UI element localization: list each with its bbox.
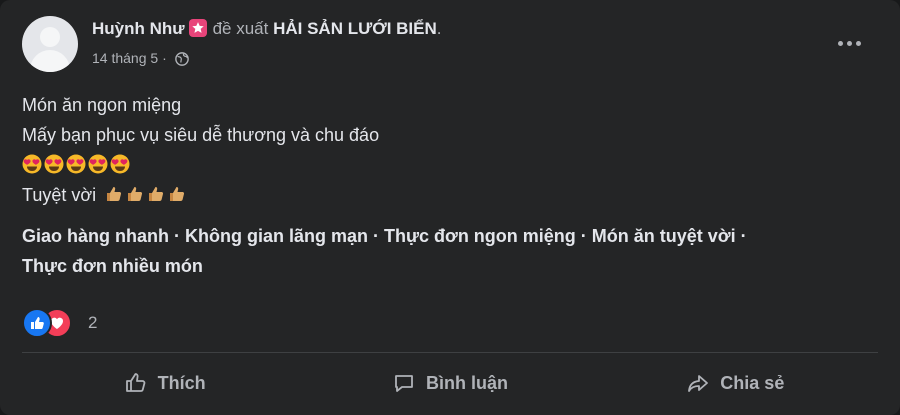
page-suffix: . — [436, 19, 442, 38]
like-icon — [22, 308, 52, 338]
dot-icon — [847, 41, 852, 46]
heart-eyes-emoji-icon — [44, 153, 64, 174]
share-button-label: Chia sẻ — [720, 372, 785, 393]
like-button-label: Thích — [157, 372, 206, 393]
post-meta: 14 tháng 5 · — [92, 50, 189, 69]
page-name[interactable]: HẢI SẢN LƯỚI BIỂN — [273, 19, 437, 38]
like-button[interactable]: Thích — [22, 358, 307, 408]
thumbs-up-emoji-icon — [146, 183, 166, 203]
thumbs-up-emoji-icon — [125, 183, 145, 203]
thumbs-up-emoji-icon — [167, 183, 187, 203]
share-button[interactable]: Chia sẻ — [593, 358, 878, 408]
dot-icon — [838, 41, 843, 46]
heart-eyes-emoji-icon — [66, 153, 86, 174]
post-card: Huỳnh Như đề xuất HẢI SẢN LƯỚI BIỂN. 14 t… — [0, 0, 900, 415]
dot-icon — [856, 41, 861, 46]
comment-button-label: Bình luận — [425, 372, 508, 393]
reaction-count[interactable]: 2 — [88, 313, 97, 333]
recommendation-tags: Giao hàng nhanh · Không gian lãng mạn · … — [22, 221, 882, 281]
more-options-button[interactable] — [838, 36, 862, 50]
comment-button[interactable]: Bình luận — [307, 358, 592, 408]
recommends-text: đề xuất — [212, 19, 269, 38]
tags-line: Thực đơn nhiều món — [22, 256, 203, 276]
thumbs-up-outline-icon — [125, 373, 146, 392]
heart-eyes-emoji-icon — [88, 153, 108, 174]
post-content: Món ăn ngon miệng Mấy bạn phục vụ siêu d… — [22, 90, 379, 210]
star-badge-icon — [188, 19, 207, 37]
date-separator: · — [162, 50, 167, 66]
divider — [22, 352, 878, 353]
content-line-with-thumbs: Tuyệt vời — [22, 180, 379, 210]
content-line: Mấy bạn phục vụ siêu dễ thương và chu đá… — [22, 125, 380, 145]
heart-eyes-emoji-icon — [22, 153, 42, 174]
avatar-head — [40, 27, 60, 47]
thumbs-up-emoji-icon — [104, 183, 124, 203]
author-name[interactable]: Huỳnh Như — [92, 19, 185, 38]
heart-eyes-row — [22, 150, 379, 180]
content-line: Tuyệt vời — [22, 185, 97, 205]
globe-icon — [174, 52, 189, 69]
avatar-body — [30, 50, 70, 72]
tags-line: Giao hàng nhanh · Không gian lãng mạn · … — [22, 226, 747, 246]
content-line: Món ăn ngon miệng — [22, 95, 182, 115]
avatar[interactable] — [22, 16, 78, 72]
share-icon — [688, 375, 709, 392]
post-date[interactable]: 14 tháng 5 — [92, 50, 158, 66]
heart-eyes-emoji-icon — [110, 153, 130, 174]
comment-icon — [395, 375, 413, 392]
post-header: Huỳnh Như đề xuất HẢI SẢN LƯỚI BIỂN. — [92, 19, 442, 39]
action-bar: Thích Bình luận Chia sẻ — [22, 358, 878, 408]
thumbs-up-row — [104, 180, 188, 210]
